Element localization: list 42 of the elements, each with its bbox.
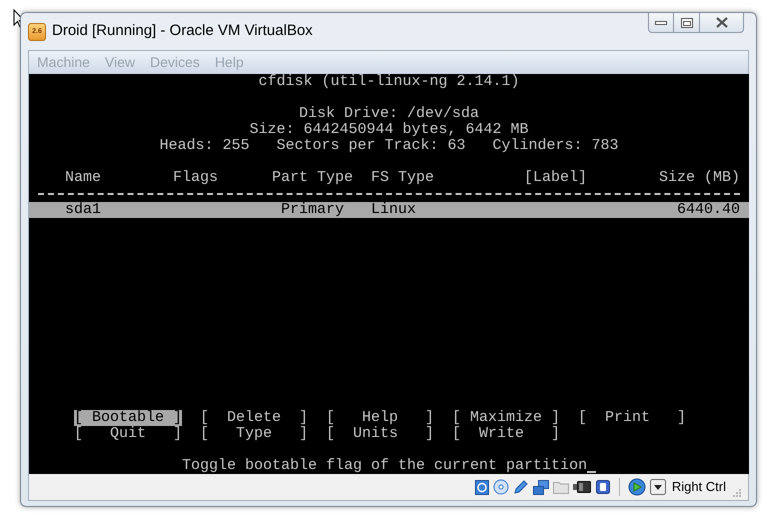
minimize-icon: [655, 20, 667, 24]
down-arrow-key-icon[interactable]: [650, 479, 666, 495]
video-camera-icon[interactable]: [572, 481, 591, 493]
maximize-button[interactable]: [674, 13, 700, 33]
command-button[interactable]: [ Print ]: [578, 410, 686, 426]
partition-row[interactable]: sda1 Primary Linux 6440.40: [29, 202, 749, 218]
command-button[interactable]: [ Write ]: [452, 426, 560, 442]
disk-info-line: Heads: 255 Sectors per Track: 63 Cylinders: 783: [159, 138, 619, 154]
table-cell-text: sda1: [65, 202, 102, 218]
resize-grip-icon[interactable]: [730, 486, 742, 498]
command-button[interactable]: [ Bootable ]: [74, 410, 182, 426]
window-title: Droid [Running] - Oracle VM VirtualBox: [52, 21, 313, 42]
column-header: Name: [65, 170, 102, 186]
pen-icon[interactable]: [512, 479, 529, 495]
network-icon[interactable]: [532, 480, 549, 494]
command-button[interactable]: [ Type ]: [200, 426, 308, 442]
command-button[interactable]: [ Maximize ]: [452, 410, 560, 426]
column-header: FS Type: [371, 170, 436, 186]
column-header: Part Type: [272, 170, 354, 186]
close-icon: [714, 17, 728, 28]
chip-icon[interactable]: [594, 479, 611, 495]
column-header: [Label]: [524, 170, 588, 186]
column-header: Size (MB): [659, 170, 740, 186]
minimize-button[interactable]: [648, 13, 674, 33]
maximize-icon: [680, 18, 692, 28]
column-header: Flags: [173, 170, 220, 186]
text-cursor: [587, 471, 596, 473]
optical-disc-icon[interactable]: [492, 479, 509, 495]
hard-disk-icon[interactable]: [474, 480, 489, 494]
status-message: Toggle bootable flag of the current partition: [182, 458, 588, 474]
command-button[interactable]: [ Quit ]: [74, 426, 182, 442]
command-button[interactable]: [ Delete ]: [200, 410, 308, 426]
table-cell: 6440.40: [676, 202, 740, 218]
close-button[interactable]: [700, 13, 744, 33]
program-title: cfdisk (util-linux-ng 2.14.1): [258, 74, 520, 90]
command-button[interactable]: [ Units ]: [326, 426, 434, 442]
table-cell-text: Primary: [281, 202, 346, 218]
host-key-label: Right Ctrl: [672, 478, 726, 496]
table-cell-text: Linux: [371, 202, 418, 218]
command-button[interactable]: [ Help ]: [326, 410, 434, 426]
disk-info-line: Disk Drive: /dev/sda: [298, 106, 480, 122]
disk-info-line: Size: 6442450944 bytes, 6442 MB: [249, 122, 529, 138]
